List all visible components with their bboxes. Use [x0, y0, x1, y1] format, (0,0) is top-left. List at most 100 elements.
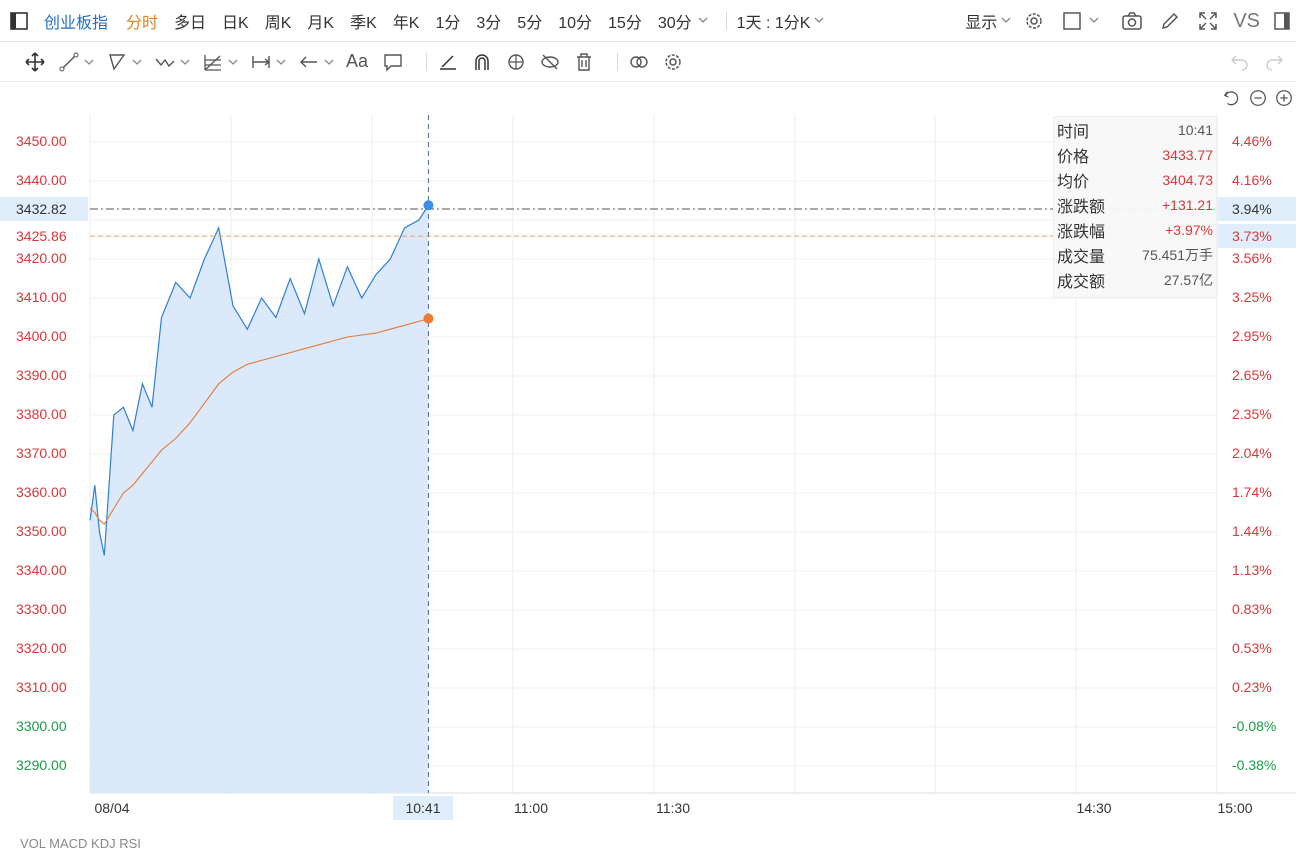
- divider: [725, 11, 727, 30]
- undo-icon[interactable]: [1228, 51, 1250, 73]
- panel-toggle-icon[interactable]: [1270, 8, 1296, 34]
- pct-axis-tick: 1.74%: [1232, 484, 1272, 500]
- settings-icon[interactable]: [1021, 8, 1047, 34]
- x-label-1430: 14:30: [1076, 800, 1112, 816]
- zoom-controls: [1222, 88, 1294, 108]
- text-icon[interactable]: Aa: [346, 51, 368, 72]
- price-axis-tick: 3290.00: [16, 757, 67, 773]
- price-point: [423, 200, 434, 211]
- index-title[interactable]: 创业板指: [44, 9, 108, 33]
- period-tab[interactable]: 月K: [307, 9, 334, 33]
- price-axis-tick: 3340.00: [16, 562, 67, 578]
- pct-axis-tick: -0.08%: [1232, 718, 1277, 734]
- period-dropdown-icon[interactable]: [698, 12, 708, 30]
- info-row: 涨跌额 +131.21: [1057, 192, 1213, 217]
- chevron-down-icon[interactable]: [814, 12, 824, 30]
- info-key: 涨跌额: [1057, 198, 1106, 216]
- ruler-icon[interactable]: [437, 51, 459, 73]
- interval-selector[interactable]: 1天 : 1分K: [737, 9, 811, 33]
- crosshair-info-panel: 时间 10:41 价格 3433.77 均价 3404.73 涨跌额 +131.21 涨跌幅 +3…: [1053, 116, 1217, 298]
- move-icon[interactable]: [24, 51, 46, 73]
- x-cursor-label: 10:41: [393, 796, 453, 820]
- arrow-icon[interactable]: [298, 51, 334, 73]
- fullscreen-icon[interactable]: [1195, 8, 1221, 34]
- period-tab[interactable]: 年K: [393, 9, 420, 33]
- info-key: 时间: [1057, 123, 1090, 141]
- display-menu[interactable]: 显示: [965, 9, 997, 33]
- price-axis-tick: 3450.00: [16, 133, 67, 149]
- trash-icon[interactable]: [573, 51, 595, 73]
- hide-icon[interactable]: [539, 51, 561, 73]
- pct-axis-tick: -0.38%: [1232, 757, 1277, 773]
- pct-axis-tick: 2.95%: [1232, 328, 1272, 344]
- zoom-out-icon[interactable]: [1248, 88, 1268, 108]
- price-axis-tick: 3410.00: [16, 289, 67, 305]
- period-tab[interactable]: 多日: [174, 9, 206, 33]
- redo-icon[interactable]: [1264, 51, 1286, 73]
- magnet-icon[interactable]: [471, 51, 493, 73]
- period-tab[interactable]: 季K: [350, 9, 377, 33]
- chevron-down-icon[interactable]: [1089, 12, 1099, 30]
- pct-axis-tick: 3.56%: [1232, 250, 1272, 266]
- indicator-tabs[interactable]: VOL MACD KDJ RSI: [20, 836, 141, 851]
- info-row: 成交额 27.57亿: [1057, 267, 1213, 292]
- period-tab[interactable]: 30分: [658, 9, 692, 33]
- line-icon[interactable]: [58, 51, 94, 73]
- period-tab[interactable]: 日K: [222, 9, 249, 33]
- wave-icon[interactable]: [154, 51, 190, 73]
- info-row: 均价 3404.73: [1057, 167, 1213, 192]
- pct-axis-tick: 1.13%: [1232, 562, 1272, 578]
- info-value: 3433.77: [1162, 146, 1213, 163]
- pct-axis-tick: 0.23%: [1232, 679, 1272, 695]
- price-axis-tick: 3400.00: [16, 328, 67, 344]
- reset-icon[interactable]: [1222, 88, 1242, 108]
- divider: [617, 52, 619, 71]
- chevron-down-icon[interactable]: [1001, 12, 1011, 30]
- period-tab[interactable]: 5分: [517, 9, 542, 33]
- link-icon[interactable]: [628, 51, 650, 73]
- pct-axis-tick: 2.65%: [1232, 367, 1272, 383]
- prev-close-label: 3425.86: [16, 228, 67, 244]
- info-value: 3404.73: [1162, 171, 1213, 188]
- price-axis-tick: 3310.00: [16, 679, 67, 695]
- info-row: 成交量 75.451万手: [1057, 242, 1213, 267]
- period-tab[interactable]: 3分: [476, 9, 501, 33]
- info-key: 价格: [1057, 148, 1090, 166]
- x-label-1100: 11:00: [514, 800, 548, 816]
- info-key: 涨跌幅: [1057, 223, 1106, 241]
- period-tab[interactable]: 分时: [126, 9, 158, 33]
- info-row: 时间 10:41: [1057, 117, 1213, 142]
- pct-axis-tick: 4.16%: [1232, 172, 1272, 188]
- highlight-price-label: 3432.82: [0, 197, 88, 221]
- avg-point: [423, 313, 434, 324]
- fib-icon[interactable]: [202, 51, 238, 73]
- camera-icon[interactable]: [1119, 8, 1145, 34]
- prev-close-pct-label: 3.73%: [1218, 224, 1296, 248]
- period-tab[interactable]: 周K: [265, 9, 292, 33]
- compare-vs-button[interactable]: VS: [1233, 10, 1260, 33]
- x-label-date: 08/04: [94, 800, 130, 816]
- info-value: +3.97%: [1165, 221, 1213, 238]
- price-axis-tick: 3380.00: [16, 406, 67, 422]
- period-tab[interactable]: 1分: [435, 9, 460, 33]
- checkbox-icon[interactable]: [1059, 8, 1085, 34]
- info-row: 涨跌幅 +3.97%: [1057, 217, 1213, 242]
- comment-icon[interactable]: [382, 51, 404, 73]
- pencil-icon[interactable]: [1157, 8, 1183, 34]
- highlight-pct-label: 3.94%: [1218, 197, 1296, 221]
- info-key: 均价: [1057, 173, 1090, 191]
- price-axis-tick: 3420.00: [16, 250, 67, 266]
- zoom-in-icon[interactable]: [1274, 88, 1294, 108]
- period-tab[interactable]: 15分: [608, 9, 642, 33]
- lock-icon[interactable]: [505, 51, 527, 73]
- range-icon[interactable]: [250, 51, 286, 73]
- toolbar-right-tools: 显示 VS: [965, 0, 1296, 42]
- info-key: 成交量: [1057, 248, 1106, 266]
- pct-axis-tick: 2.35%: [1232, 406, 1272, 422]
- settings-icon[interactable]: [662, 51, 684, 73]
- period-tab[interactable]: 10分: [558, 9, 592, 33]
- x-label-1130: 11:30: [656, 800, 690, 816]
- sidebar-toggle-icon[interactable]: [6, 8, 32, 34]
- avg-price-line: [89, 318, 429, 526]
- rect-icon[interactable]: [106, 51, 142, 73]
